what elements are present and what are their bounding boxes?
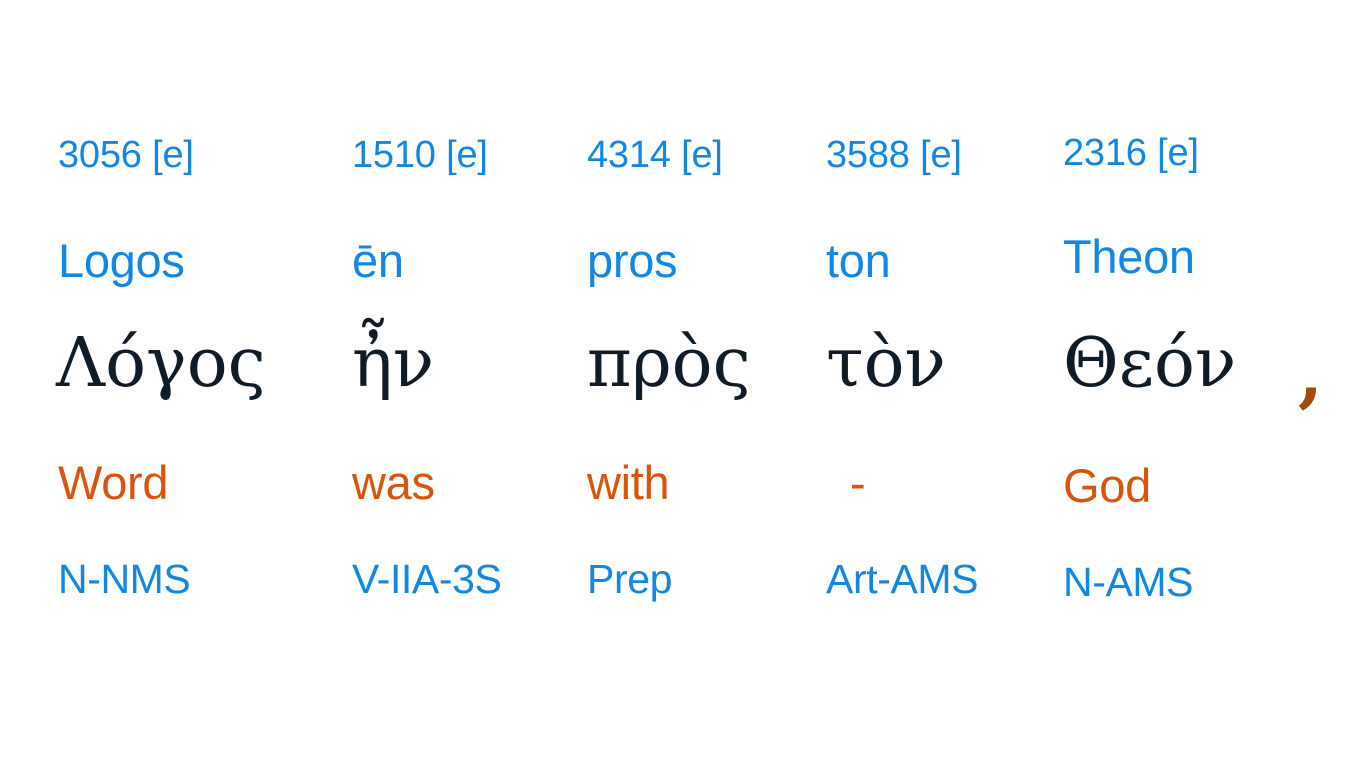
transliteration[interactable]: Logos [58,237,185,284]
transliteration[interactable]: ēn [352,237,404,284]
strongs-number[interactable]: 2316 [e] [1063,134,1199,172]
english-gloss[interactable]: God [1063,462,1151,509]
strongs-number[interactable]: 3588 [e] [826,136,962,174]
interlinear-text-panel: 3056 [e] Logos Λόγος Word N-NMS 1510 [e]… [0,0,1366,768]
strongs-number[interactable]: 4314 [e] [587,136,723,174]
strongs-number[interactable]: 1510 [e] [352,136,488,174]
parsing-code[interactable]: Prep [587,559,672,600]
greek-word[interactable]: τὸν [826,330,946,398]
greek-word[interactable]: Λόγος [56,330,266,398]
parsing-code[interactable]: N-AMS [1063,562,1194,603]
transliteration[interactable]: ton [826,237,891,284]
english-gloss[interactable]: Word [58,459,169,506]
trailing-comma: , [1298,331,1324,416]
transliteration[interactable]: pros [587,237,678,284]
parsing-code[interactable]: N-NMS [58,559,191,600]
strongs-number[interactable]: 3056 [e] [58,136,194,174]
transliteration[interactable]: Theon [1063,233,1195,280]
parsing-code[interactable]: Art-AMS [826,559,978,600]
english-gloss[interactable]: was [352,459,435,506]
greek-word[interactable]: πρὸς [587,330,751,398]
english-gloss[interactable]: with [587,459,670,506]
parsing-code[interactable]: V-IIA-3S [352,559,502,600]
greek-word[interactable]: Θεόν [1063,330,1236,398]
greek-word[interactable]: ἦν [352,330,434,398]
english-gloss[interactable]: - [850,459,866,506]
